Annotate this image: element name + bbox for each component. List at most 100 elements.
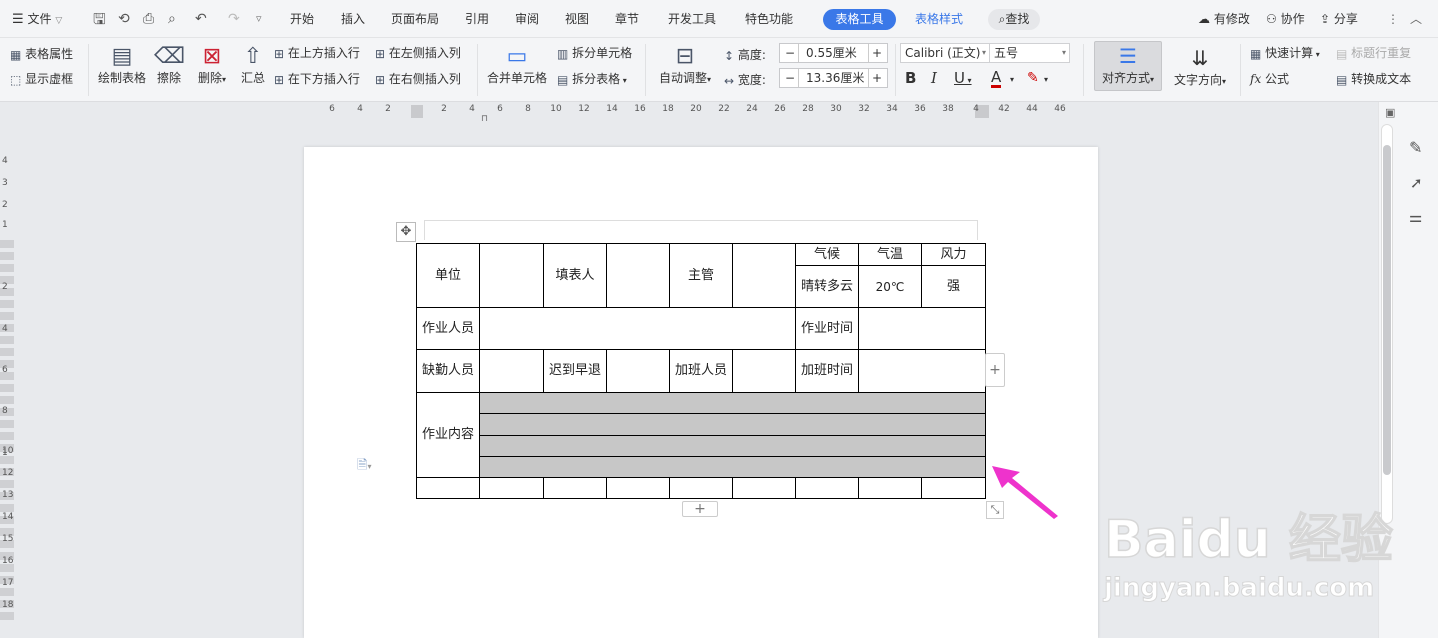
width-value[interactable]: 13.36厘米 [806,69,864,87]
more-icon[interactable]: ⋮ [1387,0,1399,38]
table-cell[interactable] [795,477,859,499]
cell-manager-value[interactable] [732,243,796,308]
chevron-down-icon[interactable]: ▾ [1044,72,1048,88]
cell-weather-label[interactable]: 气候 [795,243,859,266]
document-icon[interactable]: 🗎▾ [357,456,371,478]
tab-table-style[interactable]: 表格样式 [915,0,963,38]
cell-late-label[interactable]: 迟到早退 [543,349,607,393]
insert-col-right-button[interactable]: ⊞ 在右侧插入列 [375,71,461,88]
ruler-margin-marker[interactable] [411,105,423,118]
increase-height-button[interactable]: + [872,44,882,62]
collapse-ribbon-icon[interactable]: ︿ [1410,0,1422,38]
cell-temp-label[interactable]: 气温 [858,243,922,266]
file-menu[interactable]: ☰ 文件 ▽ [12,0,62,38]
cell-work-time-label[interactable]: 作业时间 [795,307,859,350]
cell-worker-label[interactable]: 作业人员 [416,307,480,350]
table-cell[interactable] [669,477,733,499]
cell-weather-value[interactable]: 晴转多云 [795,265,859,308]
add-row-button[interactable]: + [682,501,718,517]
vertical-scrollbar[interactable] [1381,124,1393,524]
cursor-select-icon[interactable]: ➚ [1410,174,1423,192]
scrollbar-thumb[interactable] [1383,145,1391,475]
insert-row-below-button[interactable]: ⊞ 在下方插入行 [274,71,360,88]
width-field[interactable]: − 13.36厘米 + [779,68,888,88]
delete-button[interactable]: ⊠ 删除▾ [193,44,231,88]
align-mode-button[interactable]: ☰ 对齐方式▾ [1094,41,1162,91]
cell-content-label[interactable]: 作业内容 [416,392,480,478]
cell-absent-value[interactable] [479,349,544,393]
quick-calc-button[interactable]: ▦ 快速计算 ▾ [1250,45,1320,63]
save-icon[interactable]: 🖫 [93,0,106,38]
chevron-down-icon[interactable]: ▾ [1010,72,1014,88]
search-box[interactable]: ⌕查找 [988,9,1040,30]
table-move-handle-icon[interactable]: ✥ [396,222,416,242]
edit-pen-icon[interactable]: ✎ [1409,138,1422,157]
formula-button[interactable]: fx 公式 [1250,71,1289,87]
split-cells-button[interactable]: ▥ 拆分单元格 [557,45,632,62]
increase-width-button[interactable]: + [872,69,882,87]
cell-late-value[interactable] [606,349,670,393]
format-painter-icon[interactable]: ⟲ [118,0,130,38]
modified-button[interactable]: ☁ 有修改 [1198,0,1250,38]
add-column-button[interactable]: + [985,353,1005,387]
share-button[interactable]: ⇪ 分享 [1320,0,1358,38]
cell-filler-value[interactable] [606,243,670,308]
print-icon[interactable]: ⎙ [143,0,154,38]
underline-button[interactable]: U ▾ [954,70,972,89]
bold-button[interactable]: B [905,70,916,86]
tab-review[interactable]: 审阅 [515,0,539,38]
tab-view[interactable]: 视图 [565,0,589,38]
settings-sliders-icon[interactable]: ⚌ [1409,208,1422,226]
cell-unit-value[interactable] [479,243,544,308]
height-value[interactable]: 0.55厘米 [806,44,857,62]
cell-manager-label[interactable]: 主管 [669,243,733,308]
split-table-button[interactable]: ▤ 拆分表格 ▾ [557,71,627,89]
show-grid-button[interactable]: ⬚ 显示虚框 [10,71,73,88]
cell-filler-label[interactable]: 填表人 [543,243,607,308]
table-cell[interactable] [606,477,670,499]
undo-icon[interactable]: ↶ [195,0,207,38]
erase-button[interactable]: ⌫ 擦除 [154,44,185,86]
font-name-select[interactable]: Calibri (正文) ▾ [900,43,990,63]
tab-insert[interactable]: 插入 [341,0,365,38]
decrease-height-button[interactable]: − [785,44,795,62]
insert-col-left-button[interactable]: ⊞ 在左侧插入列 [375,45,461,62]
cell-wind-value[interactable]: 强 [921,265,986,308]
merge-cells-button[interactable]: ▭ 合并单元格 [486,44,548,86]
cell-overtime-time-value[interactable] [858,349,986,393]
repeat-header-button[interactable]: ▤ 标题行重复 [1336,45,1411,62]
cell-absent-label[interactable]: 缺勤人员 [416,349,480,393]
summary-button[interactable]: ⇧ 汇总 [238,44,268,86]
redo-icon[interactable]: ↷ [228,0,240,38]
table-cell[interactable] [543,477,607,499]
font-size-select[interactable]: 五号 ▾ [989,43,1070,63]
cell-content-line-selected[interactable] [479,413,986,436]
convert-to-text-button[interactable]: ▤ 转换成文本 [1336,71,1411,88]
tab-references[interactable]: 引用 [465,0,489,38]
cell-work-time-value[interactable] [858,307,986,350]
table-properties-button[interactable]: ▦ 表格属性 [10,46,73,63]
cell-content-line-selected[interactable] [479,392,986,414]
font-color-button[interactable]: A [991,70,1002,88]
cell-worker-value[interactable] [479,307,796,350]
table-cell[interactable] [858,477,922,499]
table-cell[interactable] [732,477,796,499]
cell-unit-label[interactable]: 单位 [416,243,480,308]
quick-access-dropdown-icon[interactable]: ▿ [256,0,262,38]
tab-table-tools[interactable]: 表格工具 [823,9,896,30]
cell-overtime-time-label[interactable]: 加班时间 [795,349,859,393]
cell-content-line-selected[interactable] [479,456,986,478]
panel-toggle-icon[interactable]: ▣ [1385,106,1395,119]
italic-button[interactable]: I [931,70,937,86]
tab-home[interactable]: 开始 [290,0,314,38]
vertical-ruler[interactable]: 4 3 2 1 2 4 6 8 10 1 12 13 14 15 16 17 18 [0,120,14,638]
table-cell[interactable] [921,477,986,499]
cell-overtime-person-value[interactable] [732,349,796,393]
text-direction-button[interactable]: ⇊ 文字方向▾ [1170,44,1230,90]
table-cell[interactable] [479,477,544,499]
tab-chapter[interactable]: 章节 [615,0,639,38]
collab-button[interactable]: ⚇ 协作 [1266,0,1305,38]
height-field[interactable]: − 0.55厘米 + [779,43,888,63]
tab-page-layout[interactable]: 页面布局 [391,0,439,38]
indent-marker-icon[interactable]: ⊓ [481,114,488,124]
